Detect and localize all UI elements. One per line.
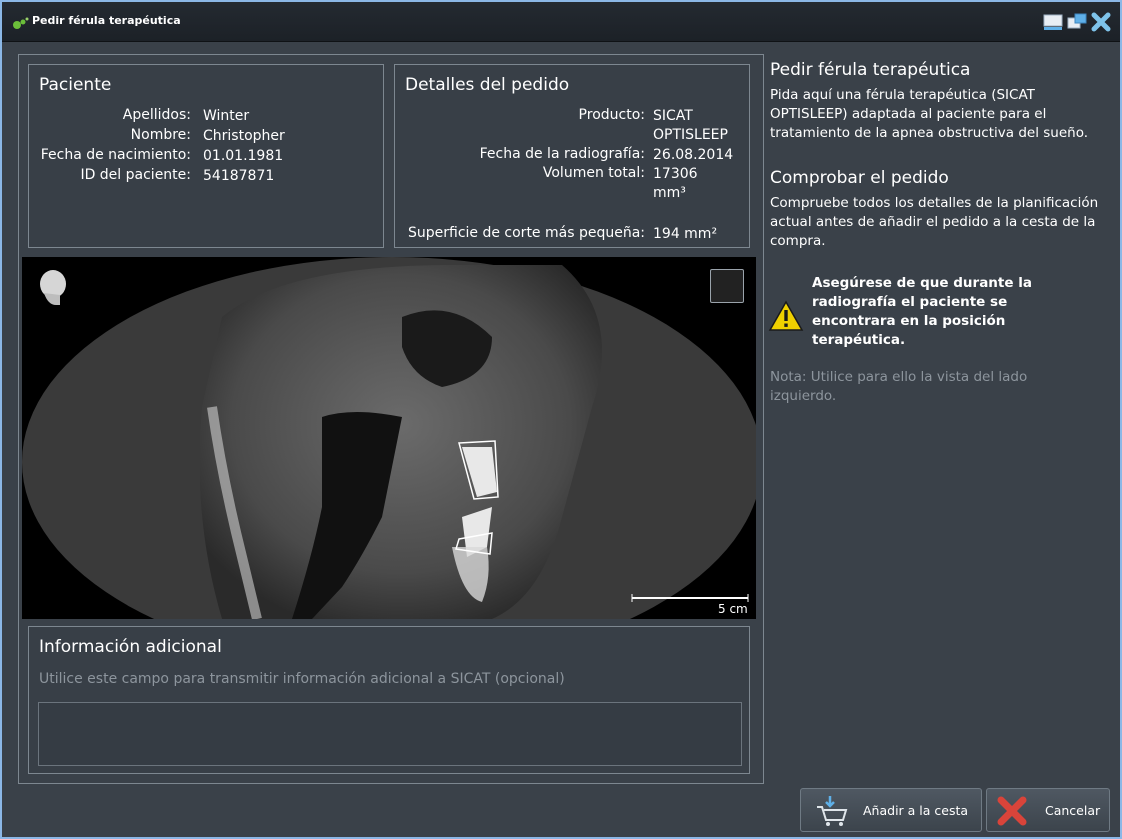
order-heading: Detalles del pedido	[405, 75, 570, 95]
volume-value-line2: mm³	[653, 185, 686, 201]
min-section-label: Superficie de corte más pequeña:	[407, 225, 645, 241]
birthdate-value: 01.01.1981	[203, 148, 284, 164]
name-label: Nombre:	[130, 127, 191, 143]
head-orientation-icon[interactable]	[38, 269, 68, 307]
title-bar: Pedir férula terapéutica	[2, 2, 1120, 42]
patient-id-label: ID del paciente:	[80, 167, 191, 183]
birthdate-label: Fecha de nacimiento:	[40, 147, 191, 163]
min-section-value: 194 mm²	[653, 226, 718, 242]
add-to-cart-button[interactable]: Añadir a la cesta	[800, 788, 982, 832]
shopping-cart-icon	[817, 796, 848, 826]
help-text-check: Compruebe todos los detalles de la plani…	[770, 195, 1099, 249]
help-heading-order: Pedir férula terapéutica	[770, 60, 971, 80]
warning-icon	[768, 300, 804, 331]
ct-image	[22, 257, 756, 619]
app-logo-icon	[13, 17, 29, 29]
product-value-line1: SICAT	[653, 108, 693, 124]
additional-info-heading: Información adicional	[39, 637, 222, 657]
additional-info-textarea[interactable]	[38, 702, 742, 766]
cancel-x-icon	[997, 796, 1027, 826]
scale-label: 5 cm	[718, 602, 748, 616]
cancel-button[interactable]: Cancelar	[986, 788, 1110, 832]
surname-value: Winter	[203, 108, 250, 124]
cancel-label: Cancelar	[1045, 803, 1101, 818]
additional-info-hint: Utilice este campo para transmitir infor…	[39, 671, 565, 687]
window-title: Pedir férula terapéutica	[32, 14, 181, 27]
ct-sagittal-viewer[interactable]: 5 cm	[22, 257, 756, 619]
patient-panel: Paciente Apellidos: Winter Nombre: Chris…	[28, 64, 384, 248]
patient-id-value: 54187871	[203, 168, 275, 184]
volume-value-line1: 17306	[653, 166, 698, 182]
add-to-cart-label: Añadir a la cesta	[863, 803, 969, 818]
warning-text: Asegúrese de que durante la radiografía …	[812, 275, 1032, 348]
close-icon[interactable]	[1090, 11, 1112, 33]
maximize-view-button[interactable]	[710, 269, 744, 303]
order-details-panel: Detalles del pedido Producto: SICAT OPTI…	[394, 64, 750, 248]
help-text-order: Pida aquí una férula terapéutica (SICAT …	[770, 87, 1089, 141]
undock-icon[interactable]	[1066, 11, 1088, 33]
help-heading-check: Comprobar el pedido	[770, 168, 949, 188]
volume-label: Volumen total:	[542, 165, 645, 181]
xray-date-value: 26.08.2014	[653, 147, 734, 163]
product-label: Producto:	[578, 107, 645, 123]
order-dialog: Pedir férula terapéutica Paciente Apelli…	[0, 0, 1122, 839]
xray-date-label: Fecha de la radiografía:	[479, 146, 645, 162]
product-value-line2: OPTISLEEP	[653, 127, 728, 143]
surname-label: Apellidos:	[122, 107, 191, 123]
help-note: Nota: Utilice para ello la vista del lad…	[770, 369, 1028, 404]
patient-heading: Paciente	[39, 75, 112, 95]
dock-icon[interactable]	[1042, 11, 1064, 33]
name-value: Christopher	[203, 128, 285, 144]
